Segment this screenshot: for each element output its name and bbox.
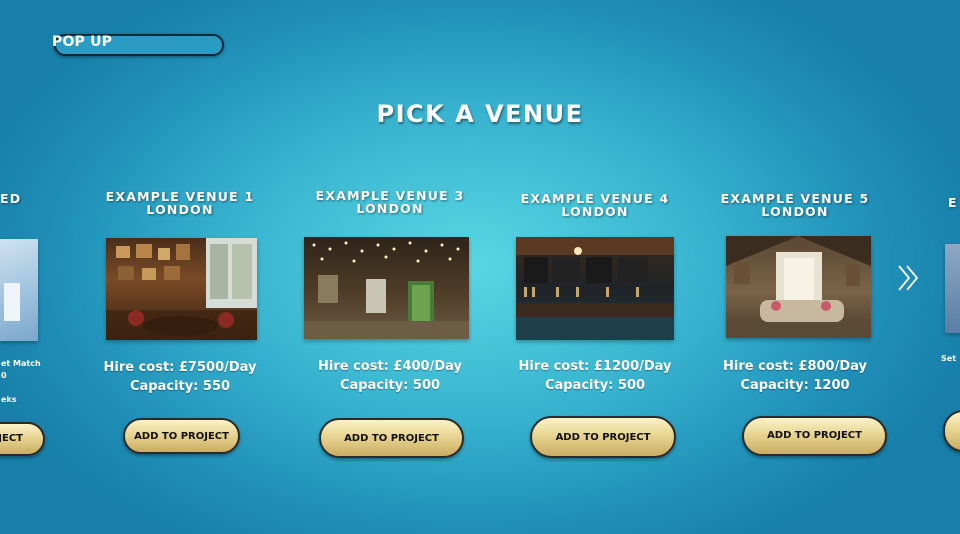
venue-info: Hire cost: £800/Day Capacity: 1200 (705, 357, 885, 395)
venue-capacity: Capacity: 500 (339, 378, 441, 393)
add-to-project-button[interactable]: ADD TO PROJECT (319, 418, 464, 458)
venue-info-line: et Match (1, 359, 41, 368)
venue-info-line: eks (1, 395, 17, 404)
add-to-project-button[interactable]: ADD TO PROJECT (123, 418, 240, 454)
venue-city: LONDON (146, 202, 214, 217)
add-to-project-button[interactable]: ADD TO PROJECT (530, 416, 676, 458)
add-to-project-button[interactable] (943, 410, 960, 452)
venue-card-title: ED (0, 191, 22, 206)
venue-hire-cost: Hire cost: £800/Day (723, 359, 867, 374)
venue-info: Hire cost: £7500/Day Capacity: 550 (90, 358, 270, 396)
next-double-chevron-icon[interactable] (896, 263, 922, 293)
venue-hire-cost: Hire cost: £400/Day (318, 359, 462, 374)
venue-card-1: EXAMPLE VENUE 1 LONDON Hire cost: £7500/… (90, 0, 270, 534)
venue-image[interactable] (945, 244, 960, 333)
venue-hire-cost: Hire cost: £1200/Day (518, 359, 672, 374)
venue-image[interactable] (106, 238, 257, 340)
venue-image[interactable] (516, 237, 674, 340)
venue-card-title: EXAMPLE VENUE 3 LONDON (300, 189, 480, 215)
venue-capacity: Capacity: 500 (544, 378, 646, 393)
venue-capacity: Capacity: 550 (129, 379, 231, 394)
venue-card-partial-right: E Set (940, 0, 960, 534)
venue-card-title: EXAMPLE VENUE 5 LONDON (705, 192, 885, 218)
venue-card-5: EXAMPLE VENUE 5 LONDON Hire cost: £800/D… (705, 0, 887, 534)
venue-info-line: Set (941, 354, 957, 363)
venue-card-title: E (948, 195, 958, 210)
venue-capacity: Capacity: 1200 (740, 378, 850, 393)
venue-image[interactable] (726, 236, 871, 338)
venue-card-3: EXAMPLE VENUE 3 LONDON Hire cost: £400/D… (300, 0, 480, 534)
venue-card-title: EXAMPLE VENUE 1 LONDON (90, 190, 270, 216)
venue-card-title: EXAMPLE VENUE 4 LONDON (505, 192, 685, 218)
venue-city: LONDON (761, 204, 829, 219)
venue-hire-cost: Hire cost: £7500/Day (103, 360, 257, 375)
add-to-project-button[interactable]: OJECT (0, 422, 45, 456)
venue-image[interactable] (0, 239, 38, 341)
venue-info: Hire cost: £400/Day Capacity: 500 (300, 357, 480, 395)
add-to-project-button[interactable]: ADD TO PROJECT (742, 416, 887, 456)
venue-city: LONDON (561, 204, 629, 219)
venue-image[interactable] (304, 237, 469, 339)
venue-city: LONDON (356, 201, 424, 216)
venue-card-4: EXAMPLE VENUE 4 LONDON Hire cost: £1200/… (505, 0, 685, 534)
venue-info: Hire cost: £1200/Day Capacity: 500 (505, 357, 685, 395)
venue-info-line: 0 (1, 371, 7, 380)
